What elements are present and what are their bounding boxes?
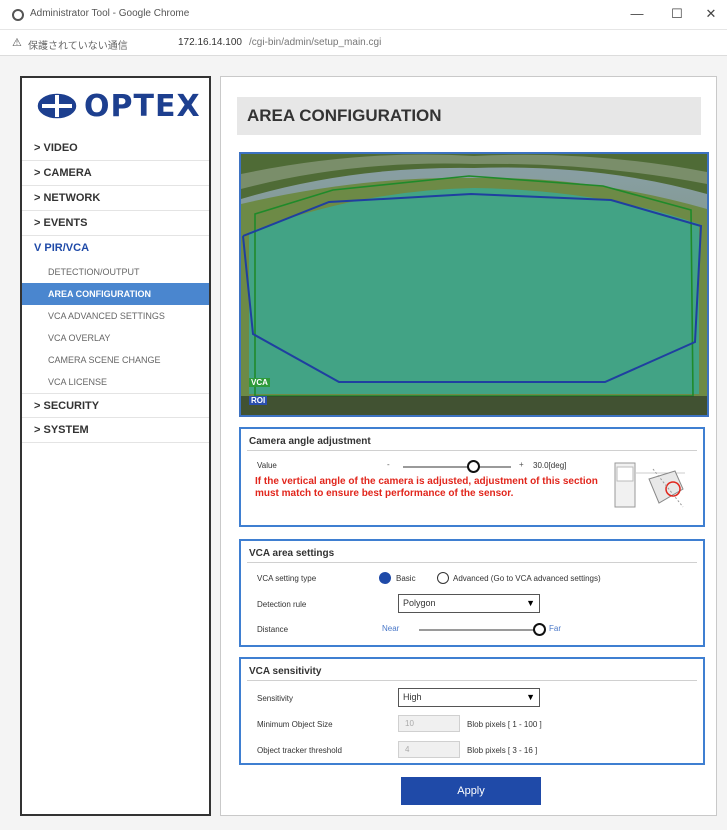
minimize-button[interactable]: — <box>626 6 648 21</box>
maximize-button[interactable]: ☐ <box>666 6 688 22</box>
camera-image[interactable] <box>241 154 707 415</box>
sensitivity-label: Sensitivity <box>257 694 294 703</box>
min-object-size-unit: Blob pixels [ 1 - 100 ] <box>467 720 542 729</box>
value-label: Value <box>257 461 277 470</box>
sidebar-subitem-camera-scene-change[interactable]: CAMERA SCENE CHANGE <box>22 349 209 371</box>
vca-area-title: VCA area settings <box>249 548 335 559</box>
chevron-down-icon: ▼ <box>526 692 535 702</box>
camera-angle-diagram-icon <box>614 462 685 508</box>
sidebar-item-system[interactable]: > SYSTEM <box>22 418 209 443</box>
vca-badge: VCA <box>249 378 270 387</box>
sidebar-item-camera[interactable]: > CAMERA <box>22 161 209 186</box>
tracker-threshold-label: Object tracker threshold <box>257 746 342 755</box>
angle-slider-track[interactable] <box>403 466 511 468</box>
detection-rule-select[interactable]: Polygon ▼ <box>398 594 540 613</box>
detection-rule-label: Detection rule <box>257 600 307 609</box>
panel-divider <box>247 562 697 563</box>
sensitivity-value: High <box>403 692 422 702</box>
page-title: AREA CONFIGURATION <box>237 97 701 135</box>
advanced-label[interactable]: Advanced (Go to VCA advanced settings) <box>453 574 601 583</box>
panel-divider <box>247 680 697 681</box>
setting-type-label: VCA setting type <box>257 574 317 583</box>
value-minus: - <box>387 460 390 469</box>
detection-rule-value: Polygon <box>403 598 436 608</box>
sensitivity-select[interactable]: High ▼ <box>398 688 540 707</box>
basic-radio[interactable] <box>379 572 391 584</box>
distance-label: Distance <box>257 625 289 634</box>
url-path[interactable]: /cgi-bin/admin/setup_main.cgi <box>249 37 381 48</box>
sidebar-item-events[interactable]: > EVENTS <box>22 211 209 236</box>
sidebar-subitem-vca-license[interactable]: VCA LICENSE <box>22 371 209 393</box>
sidebar-item-network[interactable]: > NETWORK <box>22 186 209 211</box>
angle-warning: If the vertical angle of the camera is a… <box>255 476 598 499</box>
camera-view[interactable]: VCA ROI <box>239 152 709 417</box>
distance-slider-thumb[interactable] <box>532 623 546 636</box>
camera-angle-title: Camera angle adjustment <box>249 436 371 447</box>
apply-button[interactable]: Apply <box>401 777 541 805</box>
camera-angle-panel: Camera angle adjustment Value - + 30.0[d… <box>239 427 705 527</box>
vca-area-panel: VCA area settings VCA setting type Basic… <box>239 539 705 647</box>
warning-icon[interactable]: ⚠ <box>12 36 22 49</box>
security-label[interactable]: 保護されていない通信 <box>28 37 128 52</box>
url-host[interactable]: 172.16.14.100 <box>178 37 242 48</box>
advanced-radio[interactable] <box>437 572 449 584</box>
sidebar-item-pir-vca[interactable]: V PIR/VCA <box>22 236 209 261</box>
detection-area[interactable] <box>249 188 699 394</box>
vca-sensitivity-title: VCA sensitivity <box>249 666 322 677</box>
sidebar-subitem-area-configuration[interactable]: AREA CONFIGURATION <box>22 283 209 305</box>
angle-value: 30.0[deg] <box>533 461 567 470</box>
sidebar-subitem-vca-advanced-settings[interactable]: VCA ADVANCED SETTINGS <box>22 305 209 327</box>
address-bar[interactable]: ⚠ 保護されていない通信 172.16.14.100 /cgi-bin/admi… <box>0 30 727 56</box>
distance-slider-track[interactable] <box>419 629 539 631</box>
optex-logo: OPTEX <box>36 86 201 126</box>
tracker-threshold-unit: Blob pixels [ 3 - 16 ] <box>467 746 538 755</box>
sidebar-item-security[interactable]: > SECURITY <box>22 393 209 418</box>
min-object-size-label: Minimum Object Size <box>257 720 333 729</box>
window-title: Administrator Tool - Google Chrome <box>30 8 190 19</box>
vca-sensitivity-panel: VCA sensitivity Sensitivity High ▼ Minim… <box>239 657 705 765</box>
basic-label[interactable]: Basic <box>396 574 416 583</box>
min-object-size-input[interactable]: 10 <box>398 715 460 732</box>
page: OPTEX > VIDEO > CAMERA > NETWORK > EVENT… <box>0 56 727 830</box>
logo-text: OPTEX <box>84 88 201 124</box>
sidebar-subitem-detection-output[interactable]: DETECTION/OUTPUT <box>22 261 209 283</box>
sidebar-item-video[interactable]: > VIDEO <box>22 136 209 161</box>
sidebar-menu: > VIDEO > CAMERA > NETWORK > EVENTS V PI… <box>22 136 209 443</box>
close-button[interactable]: ✕ <box>700 6 722 22</box>
chevron-down-icon: ▼ <box>526 598 535 608</box>
roi-badge: ROI <box>249 396 268 405</box>
tracker-threshold-input[interactable]: 4 <box>398 741 460 758</box>
sidebar-subitem-vca-overlay[interactable]: VCA OVERLAY <box>22 327 209 349</box>
sidebar: OPTEX > VIDEO > CAMERA > NETWORK > EVENT… <box>20 76 211 816</box>
chrome-icon <box>12 9 24 21</box>
far-label: Far <box>549 624 561 633</box>
browser-title-bar: Administrator Tool - Google Chrome — ☐ ✕ <box>0 0 727 30</box>
near-label: Near <box>382 624 400 633</box>
angle-slider-thumb[interactable] <box>466 460 480 473</box>
logo-mark-icon <box>36 92 78 120</box>
panel-divider <box>247 450 697 451</box>
main-content: AREA CONFIGURATION VCA ROI Camera angle … <box>220 76 717 816</box>
value-plus: + <box>519 460 524 469</box>
